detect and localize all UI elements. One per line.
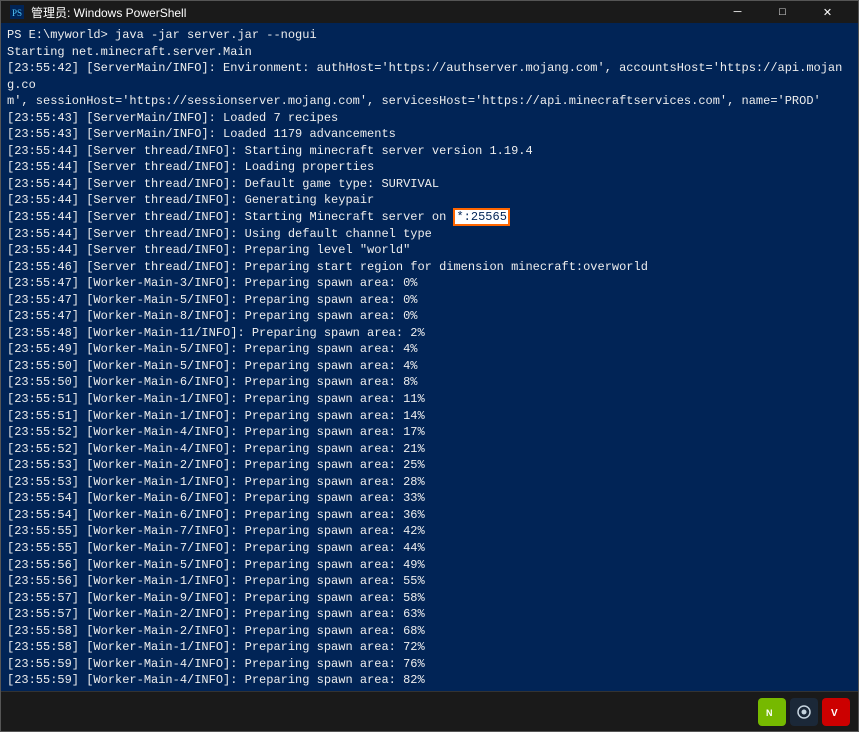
terminal-line: [23:55:57] [Worker-Main-2/INFO]: Prepari… [7, 606, 852, 623]
terminal-line: [23:55:44] [Server thread/INFO]: Generat… [7, 192, 852, 209]
taskbar: N V [1, 691, 858, 731]
terminal-line: [23:55:42] [ServerMain/INFO]: Environmen… [7, 60, 852, 93]
terminal-line: [23:55:57] [Worker-Main-9/INFO]: Prepari… [7, 590, 852, 607]
terminal-line: [23:55:59] [Worker-Main-4/INFO]: Prepari… [7, 672, 852, 689]
antivirus-icon[interactable]: V [822, 698, 850, 726]
terminal-line: [23:55:43] [ServerMain/INFO]: Loaded 117… [7, 126, 852, 143]
terminal-lines: Starting net.minecraft.server.Main[23:55… [7, 44, 852, 691]
terminal-line: [23:55:47] [Worker-Main-5/INFO]: Prepari… [7, 292, 852, 309]
steam-icon[interactable] [790, 698, 818, 726]
terminal-line: [23:55:50] [Worker-Main-6/INFO]: Prepari… [7, 374, 852, 391]
terminal-line: [23:55:43] [ServerMain/INFO]: Loaded 7 r… [7, 110, 852, 127]
terminal-line: [23:55:55] [Worker-Main-7/INFO]: Prepari… [7, 523, 852, 540]
terminal-line: [23:55:58] [Worker-Main-2/INFO]: Prepari… [7, 623, 852, 640]
system-tray: N V [758, 698, 850, 726]
terminal-line: [23:55:44] [Server thread/INFO]: Prepari… [7, 242, 852, 259]
terminal-line: [23:55:48] [Worker-Main-11/INFO]: Prepar… [7, 325, 852, 342]
window-controls: ─ □ ✕ [715, 1, 850, 23]
terminal-line: [23:55:52] [Worker-Main-4/INFO]: Prepari… [7, 441, 852, 458]
terminal-line: [23:55:44] [Server thread/INFO]: Default… [7, 176, 852, 193]
window-title: 管理员: Windows PowerShell [31, 4, 715, 21]
svg-text:PS: PS [12, 8, 22, 18]
prompt-line: PS E:\myworld> java -jar server.jar --no… [7, 27, 852, 44]
titlebar: PS 管理员: Windows PowerShell ─ □ ✕ [1, 1, 858, 23]
terminal-line: [23:55:44] [Server thread/INFO]: Using d… [7, 226, 852, 243]
terminal-line: [23:55:47] [Worker-Main-3/INFO]: Prepari… [7, 275, 852, 292]
terminal-line: [23:55:59] [Worker-Main-4/INFO]: Prepari… [7, 656, 852, 673]
terminal-line: [23:55:55] [Worker-Main-7/INFO]: Prepari… [7, 540, 852, 557]
terminal-line: [23:55:49] [Worker-Main-5/INFO]: Prepari… [7, 341, 852, 358]
minimize-button[interactable]: ─ [715, 1, 760, 23]
maximize-button[interactable]: □ [760, 1, 805, 23]
nvidia-icon[interactable]: N [758, 698, 786, 726]
terminal-line: [23:55:54] [Worker-Main-6/INFO]: Prepari… [7, 507, 852, 524]
terminal-output: PS E:\myworld> java -jar server.jar --no… [1, 23, 858, 691]
terminal-line: [23:55:50] [Worker-Main-5/INFO]: Prepari… [7, 358, 852, 375]
svg-text:V: V [831, 708, 838, 719]
port-highlight: *:25565 [453, 208, 509, 226]
terminal-line: [23:55:54] [Worker-Main-6/INFO]: Prepari… [7, 490, 852, 507]
terminal-line: [23:55:51] [Worker-Main-1/INFO]: Prepari… [7, 391, 852, 408]
powershell-icon: PS [9, 4, 25, 20]
terminal-line: [23:55:44] [Server thread/INFO]: Startin… [7, 209, 852, 226]
close-button[interactable]: ✕ [805, 1, 850, 23]
terminal-line: [23:55:52] [Worker-Main-4/INFO]: Prepari… [7, 424, 852, 441]
powershell-window: PS 管理员: Windows PowerShell ─ □ ✕ PS E:\m… [0, 0, 859, 732]
terminal-line: [23:55:56] [Worker-Main-1/INFO]: Prepari… [7, 573, 852, 590]
svg-text:N: N [766, 708, 773, 718]
terminal-line: [23:55:47] [Worker-Main-8/INFO]: Prepari… [7, 308, 852, 325]
terminal-line: [23:55:46] [Server thread/INFO]: Prepari… [7, 259, 852, 276]
terminal-line: [23:55:53] [Worker-Main-1/INFO]: Prepari… [7, 474, 852, 491]
terminal-line: Starting net.minecraft.server.Main [7, 44, 852, 61]
terminal-line: [23:55:56] [Worker-Main-5/INFO]: Prepari… [7, 557, 852, 574]
terminal-line: [23:55:44] [Server thread/INFO]: Startin… [7, 143, 852, 160]
terminal-line: [23:55:58] [Worker-Main-1/INFO]: Prepari… [7, 639, 852, 656]
terminal-line: m', sessionHost='https://sessionserver.m… [7, 93, 852, 110]
terminal-line: [23:55:53] [Worker-Main-2/INFO]: Prepari… [7, 457, 852, 474]
terminal-line: [23:55:51] [Worker-Main-1/INFO]: Prepari… [7, 408, 852, 425]
terminal-line: [23:55:44] [Server thread/INFO]: Loading… [7, 159, 852, 176]
